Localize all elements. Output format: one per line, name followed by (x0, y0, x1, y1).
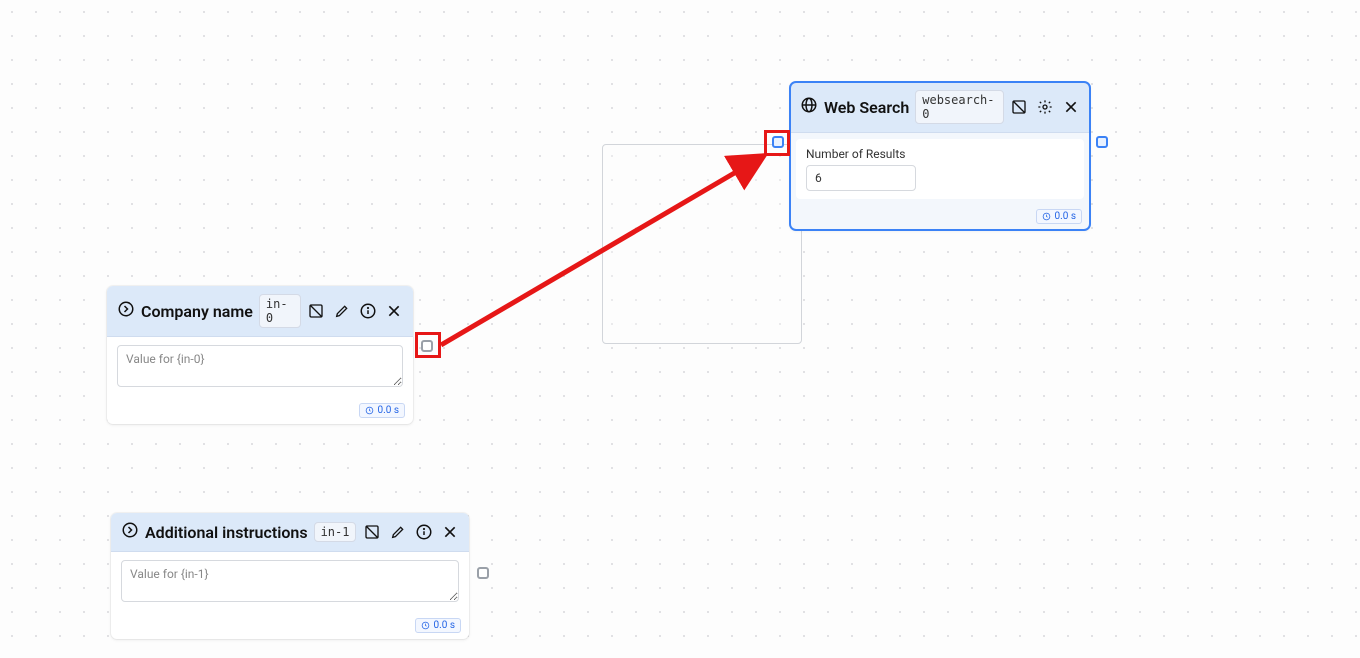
time-badge: 0.0 s (415, 618, 461, 633)
input-arrow-icon (121, 521, 139, 543)
node-tag: in-1 (314, 522, 357, 542)
output-port[interactable] (1096, 136, 1108, 148)
node-body: Number of Results (796, 139, 1084, 199)
node-header[interactable]: Additional instructions in-1 (111, 513, 469, 552)
value-input[interactable] (117, 345, 403, 387)
node-title: Web Search (824, 98, 909, 117)
info-icon[interactable] (415, 523, 433, 541)
node-company-name[interactable]: Company name in-0 0.0 s (107, 286, 413, 424)
value-input[interactable] (121, 560, 459, 602)
node-additional-instructions[interactable]: Additional instructions in-1 0.0 s (111, 513, 469, 639)
node-web-search[interactable]: Web Search websearch-0 Number of Results… (790, 82, 1090, 230)
chart-icon[interactable] (363, 523, 381, 541)
num-results-input[interactable] (806, 165, 916, 191)
node-body (107, 337, 413, 399)
globe-icon (800, 96, 818, 118)
highlight-source-port (415, 332, 441, 358)
node-header[interactable]: Web Search websearch-0 (790, 82, 1090, 133)
gear-icon[interactable] (1036, 98, 1054, 116)
node-title: Company name (141, 302, 253, 321)
edit-icon[interactable] (389, 523, 407, 541)
output-port[interactable] (477, 567, 489, 579)
node-title: Additional instructions (145, 523, 308, 542)
node-body (111, 552, 469, 614)
close-icon[interactable] (1062, 98, 1080, 116)
chart-icon[interactable] (307, 302, 325, 320)
node-header[interactable]: Company name in-0 (107, 286, 413, 337)
time-badge: 0.0 s (359, 403, 405, 418)
field-label: Number of Results (806, 147, 1074, 161)
chart-icon[interactable] (1010, 98, 1028, 116)
info-icon[interactable] (359, 302, 377, 320)
input-arrow-icon (117, 300, 135, 322)
time-badge: 0.0 s (1036, 209, 1082, 224)
node-tag: websearch-0 (915, 90, 1004, 124)
placeholder-box (602, 144, 802, 344)
edit-icon[interactable] (333, 302, 351, 320)
node-tag: in-0 (259, 294, 301, 328)
close-icon[interactable] (441, 523, 459, 541)
close-icon[interactable] (385, 302, 403, 320)
highlight-target-port (764, 130, 790, 156)
